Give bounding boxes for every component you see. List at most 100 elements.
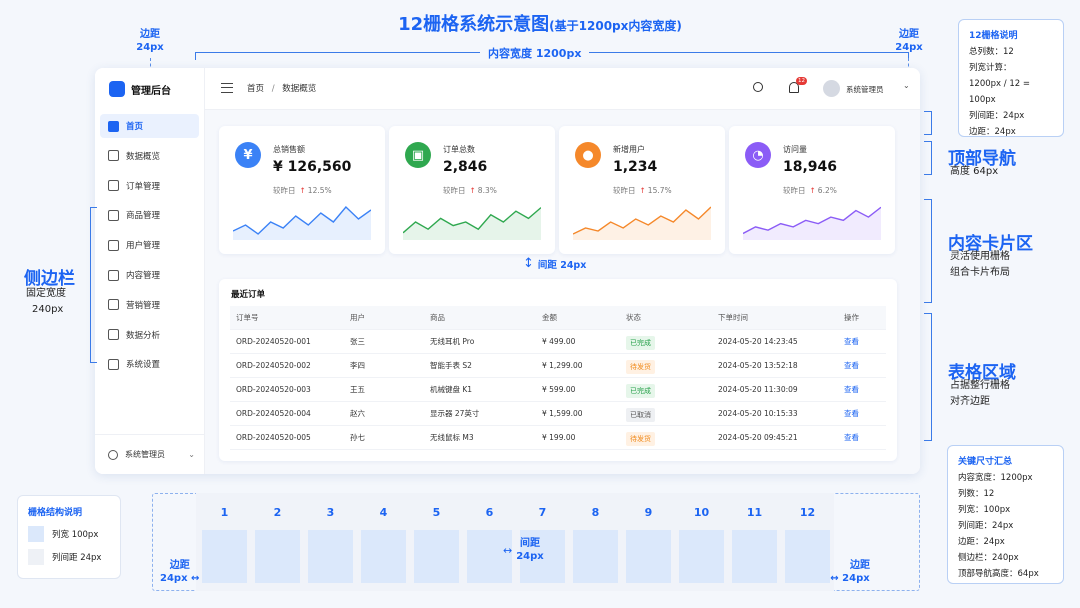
horizontal-arrow-icon: ↔ [187,573,200,584]
table-cell: ¥ 499.00 [542,337,576,346]
change-value: 8.3% [477,186,497,195]
currency-icon: ¥ [235,142,261,168]
view-link[interactable]: 查看 [844,330,859,354]
grid-gap-indicator: ↔ 间距 24px [503,537,544,563]
notification-badge: 12 [796,77,807,85]
table-cell: 机械键盘 K1 [430,385,473,394]
sidebar-item[interactable]: 订单管理 [100,174,199,198]
table-cell: ¥ 599.00 [542,385,576,394]
app-window: 管理后台 首页 数据概览 订单管理 商品管理 用户管理 内容管理 营销管理 数据分析 系统设置 … [95,68,920,474]
diagram-title: 12栅格系统示意图 [398,14,550,35]
sidebar-footer[interactable]: 系统管理员 ⌄ [95,434,205,474]
grid-column-number: 9 [644,506,653,519]
sparkline [743,206,881,240]
status-badge: 待发货 [626,432,655,446]
sidebar-item[interactable]: 系统设置 [100,352,199,376]
status-badge: 已完成 [626,384,655,398]
avatar[interactable] [823,80,840,97]
grid-column [732,530,777,583]
menu-icon[interactable] [221,83,233,93]
grid-column-number: 4 [379,506,388,519]
user-icon: ● [575,142,601,168]
horizontal-arrow-icon: ↔ [830,573,843,584]
nav-icon [108,299,119,311]
gap-swatch [28,549,44,565]
table-cell: 智能手表 S2 [430,361,472,370]
status-badge: 已取消 [626,408,655,422]
breadcrumb-separator: / [271,84,275,94]
change-value: 15.7% [647,186,672,195]
sidebar-item-label: 内容管理 [126,271,161,281]
grid-column [785,530,830,583]
column-header: 订单号 [236,313,259,322]
stat-card[interactable]: ● 新增用户 1,234 较昨日 ↑ 15.7% [559,126,725,254]
view-link[interactable]: 查看 [844,378,859,402]
table-row[interactable]: ORD-20240520-005 孙七 无线鼠标 M3 ¥ 199.00 待发货 2024… [230,426,886,450]
sidebar-item-label: 用户管理 [126,241,161,252]
sidebar-item[interactable]: 数据概览 [100,144,199,168]
nav-icon [108,180,119,192]
nav-icon [108,209,119,221]
view-link[interactable]: 查看 [844,426,859,450]
table-cell: 2024-05-20 09:45:21 [718,433,798,442]
sidebar-item[interactable]: 商品管理 [100,203,199,227]
nav-icon [108,329,119,341]
table-row[interactable]: ORD-20240520-002 李四 智能手表 S2 ¥ 1,299.00 待发货 20… [230,354,886,378]
topnav-anno-line: 高度 64px [950,166,999,177]
sidebar-item[interactable]: 内容管理 [100,263,199,287]
sparkline-area [573,207,711,240]
view-link[interactable]: 查看 [844,402,859,426]
sidebar-item[interactable]: 营销管理 [100,293,199,317]
logo-icon [109,81,125,97]
sidebar-item[interactable]: 数据分析 [100,323,199,347]
arrow-up-icon: ↑ [809,186,816,195]
summary-box: 关键尺寸汇总 内容宽度：1200px 列数：12 列宽：100px 列间距：24px 边… [947,445,1064,584]
margin-label-right: 边距 24px [895,29,923,53]
table-cell: ORD-20240520-004 [236,409,311,418]
sidebar-item[interactable]: 用户管理 [100,233,199,257]
table-row[interactable]: ORD-20240520-003 王五 机械键盘 K1 ¥ 599.00 已完成 2024… [230,378,886,402]
grid-legend-item: 列间距 24px [52,553,102,563]
cards-anno-line: 组合卡片布局 [950,267,1010,278]
sidebar-bracket [90,207,97,363]
grid-legend-title: 栅格结构说明 [28,508,83,518]
column-header: 状态 [626,313,641,322]
grid-column-number: 6 [485,506,494,519]
table-cell: ORD-20240520-005 [236,433,311,442]
app-logo[interactable]: 管理后台 [109,81,171,97]
stat-value: 2,846 [443,159,488,175]
bag-icon: ▣ [405,142,431,168]
nav-icon [108,239,119,251]
sidebar-item-label: 首页 [126,122,144,132]
stat-card[interactable]: ◔ 访问量 18,946 较昨日 ↑ 6.2% [729,126,895,254]
breadcrumb-home[interactable]: 首页 [247,84,264,94]
grid-column [414,530,459,583]
compare-label: 较昨日 [273,186,296,195]
table-bracket [924,313,932,441]
grid-gap-label: 间距 24px [516,538,544,562]
user-name[interactable]: 系统管理员 [846,84,884,95]
horizontal-arrow-icon: ↔ [503,543,513,557]
stat-compare: 较昨日 ↑ 6.2% [783,185,837,196]
table-cell: 无线鼠标 M3 [430,433,474,442]
search-icon[interactable] [753,82,763,92]
summary-line: 边距：24px [958,537,1005,547]
stat-value: 18,946 [783,159,838,175]
compare-label: 较昨日 [783,186,806,195]
sidebar-footer-user: 系统管理员 [125,450,165,459]
column-header: 金额 [542,313,557,322]
stat-card[interactable]: ▣ 订单总数 2,846 较昨日 ↑ 8.3% [389,126,555,254]
stat-compare: 较昨日 ↑ 8.3% [443,185,497,196]
orders-table: 订单号 用户 商品 金额 状态 下单时间 操作 ORD-20240520-001 张三 无线耳机 … [230,306,886,450]
grid-info-title: 12栅格说明 [969,31,1018,41]
table-row[interactable]: ORD-20240520-004 赵六 显示器 27英寸 ¥ 1,599.00 已取消 2… [230,402,886,426]
chevron-down-icon[interactable]: ⌄ [903,81,910,90]
table-cell: ORD-20240520-001 [236,337,311,346]
grid-info-line: 边距：24px [969,127,1016,137]
stat-card[interactable]: ¥ 总销售额 ¥ 126,560 较昨日 ↑ 12.5% [219,126,385,254]
table-row[interactable]: ORD-20240520-001 张三 无线耳机 Pro ¥ 499.00 已完成 202… [230,330,886,354]
sidebar-item[interactable]: 首页 [100,114,199,138]
view-link[interactable]: 查看 [844,354,859,378]
top-nav: 首页 / 数据概览 12 系统管理员 ⌄ [205,68,920,110]
column-swatch [28,526,44,542]
